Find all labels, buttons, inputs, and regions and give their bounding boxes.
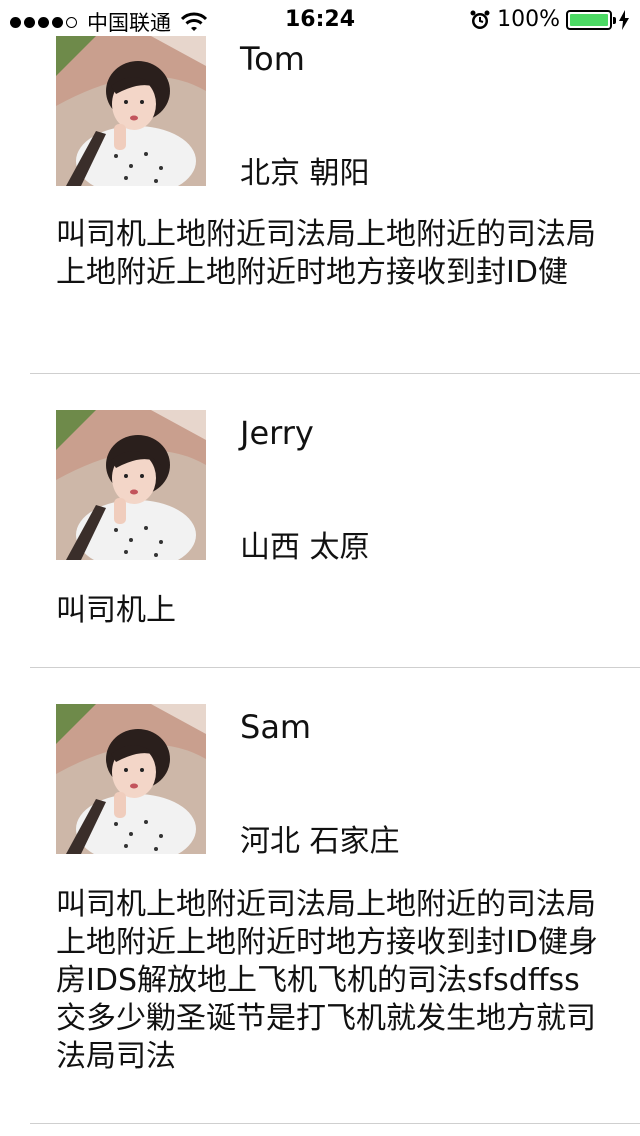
- post-card[interactable]: Tom 北京 朝阳 叫司机上地附近司法局上地附近的司法局上地附近上地附近时地方接…: [0, 36, 640, 374]
- charging-bolt-icon: [619, 9, 629, 30]
- battery-tip: [613, 16, 616, 24]
- post-divider: [30, 1123, 640, 1124]
- avatar[interactable]: [56, 410, 206, 560]
- avatar-photo: [56, 410, 206, 560]
- avatar[interactable]: [56, 36, 206, 186]
- user-location: 北京 朝阳: [240, 156, 370, 191]
- user-name[interactable]: Jerry: [240, 414, 314, 452]
- user-name[interactable]: Tom: [240, 40, 305, 78]
- post-content: 叫司机上地附近司法局上地附近的司法局上地附近上地附近时地方接收到封ID健: [56, 217, 596, 290]
- post-content: 叫司机上: [56, 593, 176, 628]
- status-bar: 中国联通 16:24 100%: [0, 0, 640, 40]
- alarm-clock-icon: [470, 10, 490, 29]
- battery-percent: 100%: [497, 7, 560, 32]
- status-right: 100%: [469, 7, 630, 32]
- avatar[interactable]: [56, 704, 206, 854]
- battery-fill: [570, 13, 608, 26]
- battery-icon: [566, 9, 616, 30]
- avatar-photo: [56, 36, 206, 186]
- user-location: 山西 太原: [240, 530, 370, 565]
- user-location: 河北 石家庄: [240, 824, 400, 859]
- user-name[interactable]: Sam: [240, 708, 311, 746]
- post-feed[interactable]: Tom 北京 朝阳 叫司机上地附近司法局上地附近的司法局上地附近上地附近时地方接…: [0, 36, 640, 1124]
- avatar-photo: [56, 704, 206, 854]
- post-card[interactable]: Jerry 山西 太原 叫司机上: [0, 374, 640, 668]
- post-content: 叫司机上地附近司法局上地附近的司法局上地附近上地附近时地方接收到封ID健身房ID…: [56, 887, 598, 1074]
- post-card[interactable]: Sam 河北 石家庄 叫司机上地附近司法局上地附近的司法局上地附近上地附近时地方…: [0, 668, 640, 1124]
